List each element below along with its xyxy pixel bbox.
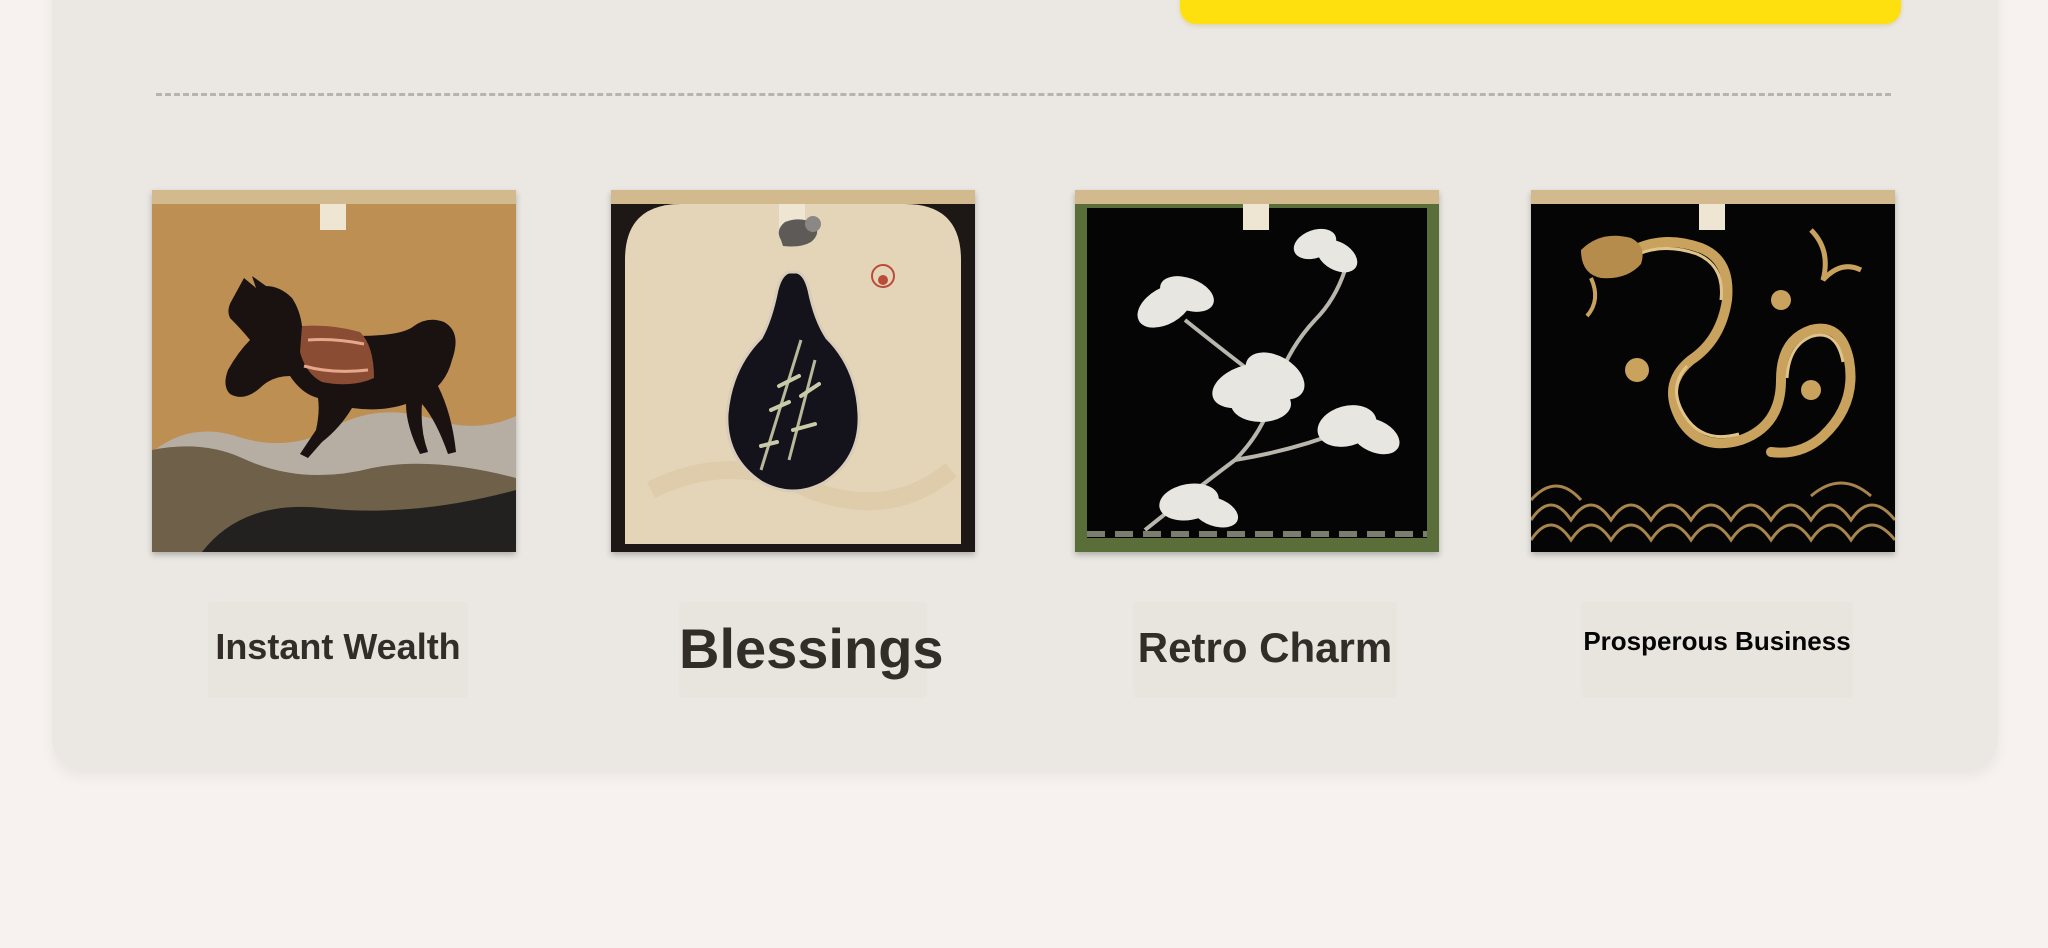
primary-cta-button[interactable]	[1180, 0, 1901, 24]
product-card-retro-charm[interactable]: Retro Charm	[1075, 190, 1439, 714]
gourd-bamboo-icon[interactable]	[611, 190, 975, 552]
product-card-instant-wealth[interactable]: Instant Wealth	[152, 190, 516, 714]
card-title: Blessings	[679, 617, 944, 680]
card-label-box: Blessings	[679, 602, 944, 698]
card-title: Retro Charm	[1137, 624, 1393, 671]
card-title: Prosperous Business	[1583, 626, 1851, 656]
magnolia-icon[interactable]	[1075, 190, 1439, 552]
card-title: Instant Wealth	[215, 626, 461, 667]
product-card-prosperous-business[interactable]: Prosperous Business	[1531, 190, 1895, 714]
card-label-box: Instant Wealth	[208, 602, 468, 698]
card-label-box: Prosperous Business	[1581, 602, 1853, 698]
dashed-divider	[156, 93, 1891, 96]
card-label-box: Retro Charm	[1133, 602, 1397, 698]
product-card-blessings[interactable]: Blessings	[611, 190, 975, 714]
golden-dragon-icon[interactable]	[1531, 190, 1895, 552]
galloping-horse-icon[interactable]	[152, 190, 516, 552]
